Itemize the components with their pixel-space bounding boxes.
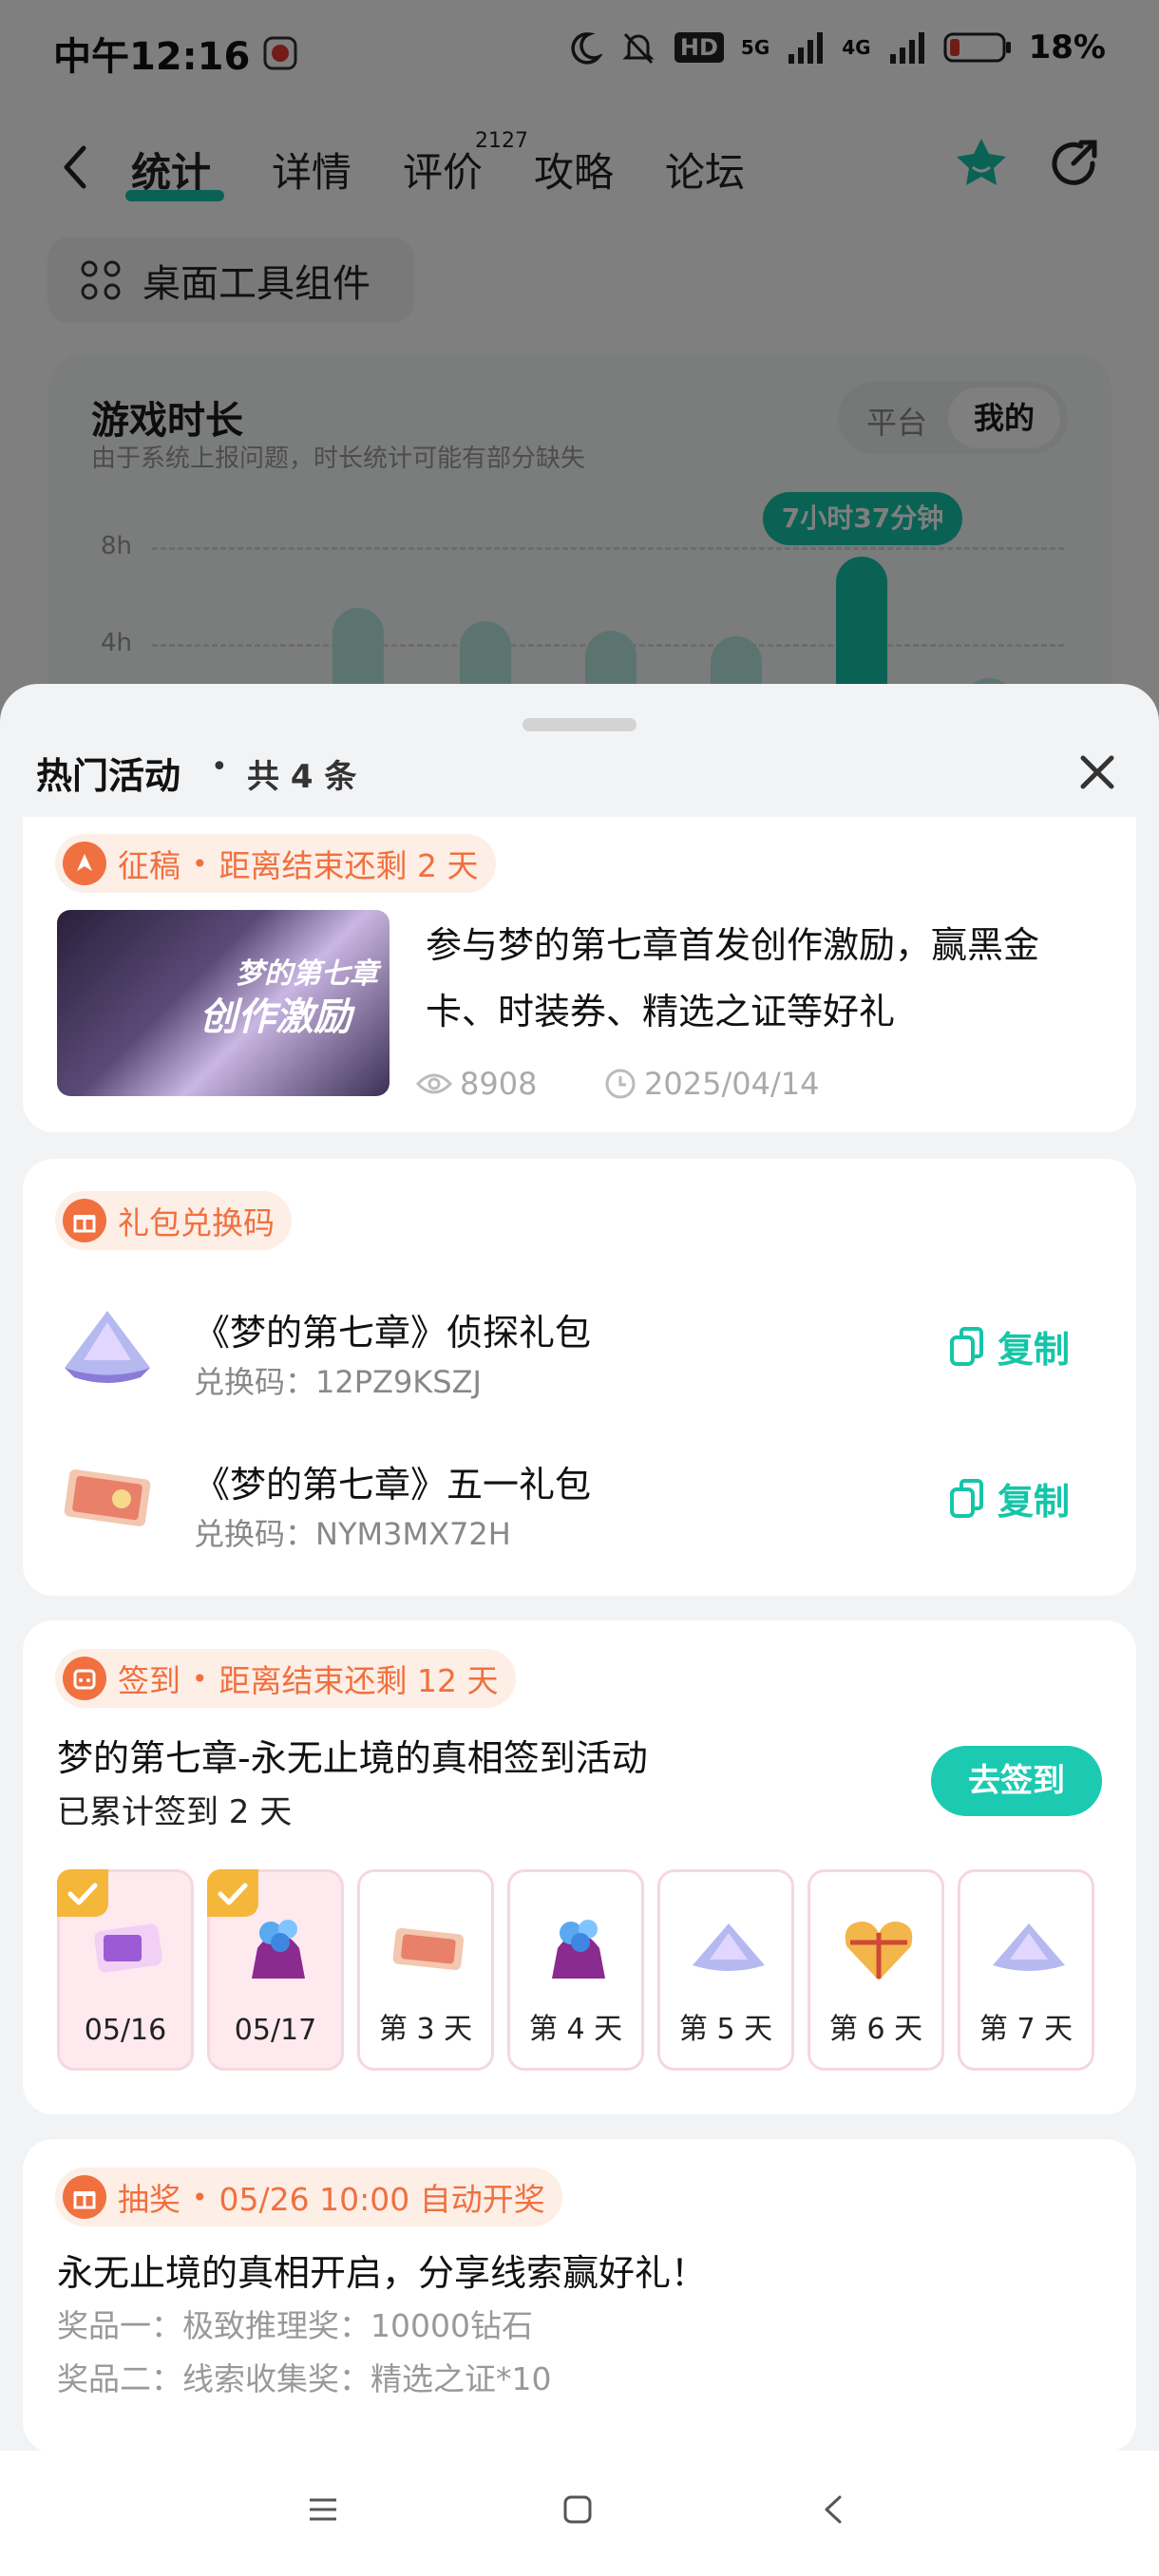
day-label: 05/17 — [234, 2014, 317, 2047]
gift-icon — [63, 1199, 106, 1242]
copy-button[interactable]: 复制 — [948, 1320, 1070, 1373]
copy-label: 复制 — [998, 1481, 1071, 1523]
sign-in-day[interactable]: 第 5 天 — [657, 1869, 794, 2071]
post-date-value: 2025/04/14 — [644, 1066, 820, 1102]
activity-post-card[interactable]: 征稿 • 距离结束还剩 2 天 梦的第七章 创作激励 参与梦的第七章首发创作激励… — [23, 817, 1136, 1132]
copy-icon — [950, 1478, 983, 1518]
crystal-icon — [65, 1311, 150, 1383]
checkmark-icon — [57, 1869, 108, 1917]
sheet-title: 热门活动 — [36, 755, 181, 797]
day-label: 第 7 天 — [978, 2013, 1074, 2046]
sign-in-progress: 已累计签到 2 天 — [57, 1793, 293, 1831]
modal-scrim[interactable] — [0, 0, 1159, 741]
sign-in-day[interactable]: 第 7 天 — [958, 1869, 1094, 2071]
lottery-prize-2: 奖品二：线索收集奖：精选之证*10 — [57, 2360, 552, 2397]
sign-in-day[interactable]: 第 6 天 — [808, 1869, 944, 2071]
post-tag: 征稿 • 距离结束还剩 2 天 — [55, 834, 496, 893]
day-label: 第 5 天 — [678, 2013, 773, 2046]
tag-dot: • — [192, 2181, 208, 2213]
copy-icon — [950, 1326, 983, 1366]
title-dot: • — [211, 750, 228, 784]
gift-name: 《梦的第七章》五一礼包 — [194, 1464, 592, 1506]
gift-icon — [63, 2175, 106, 2219]
day-label: 第 6 天 — [828, 2013, 923, 2046]
system-nav-bar — [0, 2451, 1159, 2576]
sign-in-day[interactable]: 第 4 天 — [507, 1869, 644, 2071]
gift-item: 《梦的第七章》五一礼包 兑换码：NYM3MX72H 复制 — [23, 1434, 1136, 1567]
gift-name: 《梦的第七章》侦探礼包 — [194, 1312, 592, 1354]
checkmark-icon — [207, 1869, 258, 1917]
gift-item: 《梦的第七章》侦探礼包 兑换码：12PZ9KSZJ 复制 — [23, 1282, 1136, 1415]
calendar-icon — [63, 1657, 106, 1700]
diamond-bag-icon — [252, 1920, 305, 1979]
post-thumbnail[interactable]: 梦的第七章 创作激励 — [57, 910, 390, 1096]
day-label: 05/16 — [84, 2014, 167, 2047]
gift-code: 兑换码：12PZ9KSZJ — [194, 1364, 482, 1400]
hot-activities-sheet: 热门活动 • 共 4 条 征稿 • 距离结束还剩 2 天 梦的第七章 创作激励 … — [0, 684, 1159, 2576]
sign-in-day[interactable]: 05/16 — [57, 1869, 194, 2071]
lottery-title: 永无止境的真相开启，分享线索赢好礼！ — [57, 2252, 708, 2294]
gift-code: 兑换码：NYM3MX72H — [194, 1516, 511, 1552]
gift-tag: 礼包兑换码 — [55, 1191, 292, 1250]
heart-chest-icon — [845, 1922, 913, 1980]
ticket-icon — [64, 1469, 151, 1526]
post-tag-label: 征稿 — [118, 847, 180, 884]
crystal-reward-icon — [993, 1923, 1065, 1971]
post-date: 2025/04/14 — [604, 1066, 819, 1102]
day-label: 第 3 天 — [378, 2013, 473, 2046]
sign-in-tag: 签到 • 距离结束还剩 12 天 — [55, 1649, 516, 1708]
pen-icon — [63, 842, 106, 885]
sign-in-button[interactable]: 去签到 — [931, 1746, 1102, 1816]
post-remaining: 距离结束还剩 2 天 — [218, 847, 479, 884]
sign-in-title: 梦的第七章-永无止境的真相签到活动 — [57, 1737, 648, 1779]
sheet-drag-handle[interactable] — [522, 718, 636, 731]
post-title[interactable]: 参与梦的第七章首发创作激励，赢黑金卡、时装券、精选之证等好礼 — [426, 912, 1091, 1045]
gift-tag-label: 礼包兑换码 — [118, 1204, 275, 1241]
home-icon[interactable] — [560, 2492, 595, 2527]
crystal-reward-icon — [693, 1923, 765, 1971]
clock-icon — [605, 1069, 636, 1099]
lottery-tag: 抽奖 • 05/26 10:00 自动开奖 — [55, 2168, 562, 2226]
tag-dot: • — [192, 1662, 208, 1695]
ticket-reward-icon — [94, 1923, 162, 1973]
gift-code-card: 礼包兑换码 《梦的第七章》侦探礼包 兑换码：12PZ9KSZJ 复制 《梦的第七… — [23, 1159, 1136, 1596]
sign-in-tag-label: 签到 — [118, 1662, 180, 1699]
lottery-tag-label: 抽奖 — [118, 2181, 180, 2218]
close-icon[interactable] — [1074, 748, 1121, 796]
post-views-count: 8908 — [460, 1066, 538, 1102]
tag-dot: • — [192, 847, 208, 880]
sign-in-card: 签到 • 距离结束还剩 12 天 梦的第七章-永无止境的真相签到活动 已累计签到… — [23, 1620, 1136, 2114]
thumb-line2: 创作激励 — [200, 995, 352, 1039]
sign-in-remaining: 距离结束还剩 12 天 — [218, 1662, 499, 1699]
lottery-prize-1: 奖品一：极致推理奖：10000钻石 — [57, 2307, 533, 2344]
sheet-count: 共 4 条 — [247, 758, 357, 796]
copy-button[interactable]: 复制 — [948, 1472, 1070, 1525]
menu-icon[interactable] — [306, 2492, 340, 2527]
back-icon[interactable] — [817, 2492, 851, 2527]
lottery-card[interactable]: 抽奖 • 05/26 10:00 自动开奖 永无止境的真相开启，分享线索赢好礼！… — [23, 2139, 1136, 2453]
sign-in-day[interactable]: 第 3 天 — [357, 1869, 494, 2071]
lottery-draw-time: 05/26 10:00 自动开奖 — [218, 2181, 545, 2218]
copy-label: 复制 — [998, 1329, 1071, 1371]
day-label: 第 4 天 — [528, 2013, 623, 2046]
ticket-reward-icon — [392, 1927, 465, 1971]
sign-in-day[interactable]: 05/17 — [207, 1869, 344, 2071]
eye-icon — [416, 1073, 452, 1094]
post-views: 8908 — [416, 1066, 537, 1102]
diamond-bag-icon — [552, 1920, 605, 1979]
